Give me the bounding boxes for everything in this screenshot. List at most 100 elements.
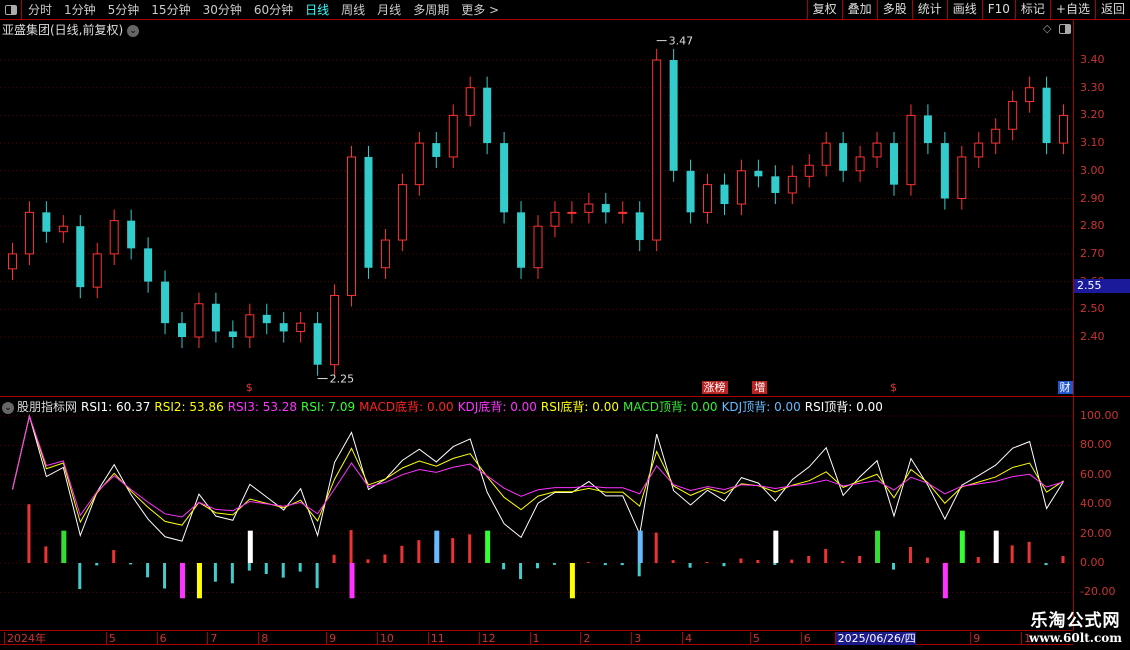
period-tab-0[interactable]: 分时 [22,1,58,18]
histogram-bar [1010,545,1014,563]
candle-body [618,211,628,214]
candle-body [652,59,662,241]
period-tab-3[interactable]: 15分钟 [145,1,196,18]
period-tab-2[interactable]: 5分钟 [102,1,146,18]
indicator-name[interactable]: 股朋指标网 [17,400,77,414]
candle-body [855,156,865,172]
period-tab-5[interactable]: 60分钟 [248,1,299,18]
price-axis-label: 2.80 [1080,219,1105,233]
histogram-bar [298,563,302,572]
candle-body [465,87,475,116]
toolbar-button-5[interactable]: F10 [981,0,1015,20]
layout-toggle-button[interactable] [0,0,22,20]
histogram-bar [773,563,777,565]
candle-body [483,87,492,144]
indicator-value: RSI顶背: 0.00 [804,400,883,414]
candle-body [940,143,949,199]
signal-bar [637,530,643,563]
candle-body [432,143,441,157]
histogram-bar [349,530,353,563]
candle-body [703,184,713,213]
histogram-bar [807,555,811,563]
period-tab-10[interactable]: 更多 > [455,1,505,18]
histogram-bar [1044,563,1048,566]
candle-body [262,314,271,324]
toolbar-button-7[interactable]: +自选 [1049,0,1095,20]
period-tab-6[interactable]: 日线 [299,1,335,18]
toolbar-button-0[interactable]: 复权 [806,0,842,20]
histogram-bar [620,563,624,566]
signal-bar [942,563,948,599]
chevron-down-icon[interactable]: ⌄ [2,401,14,414]
histogram-bar [536,563,539,569]
candle-body [500,143,509,213]
signal-bar [434,530,440,563]
toolbar-button-4[interactable]: 画线 [946,0,982,20]
candle-body [448,114,458,158]
candle-body [669,60,678,171]
candle-body [228,331,237,337]
toolbar-button-8[interactable]: 返回 [1094,0,1130,20]
candle-body [635,212,644,241]
indicator-axis-label: 100.00 [1080,409,1119,422]
period-tab-4[interactable]: 30分钟 [197,1,248,18]
candle-body [787,175,797,194]
event-marker[interactable]: $ [244,381,255,394]
period-tab-9[interactable]: 多周期 [407,1,455,18]
candle-body [872,142,882,158]
indicator-value: MACD顶背: 0.00 [623,400,718,414]
candle-body [397,184,407,241]
histogram-bar [112,550,116,563]
rsi-line-2 [11,414,1064,526]
signal-bar [773,530,779,563]
date-label: 4 [682,632,692,645]
histogram-bar [247,563,251,571]
toolbar-button-3[interactable]: 统计 [911,0,947,20]
candle-body [7,253,17,270]
date-label: 7 [207,632,217,645]
histogram-bar [1061,556,1065,563]
candle-body [686,170,695,213]
candle-body [109,220,119,255]
candle-body [736,170,746,205]
histogram-bar [892,563,895,570]
histogram-bar [468,534,472,563]
panel-divider[interactable] [0,396,1130,397]
period-tab-8[interactable]: 月线 [371,1,407,18]
date-label: 11 [427,632,445,645]
low-label: 2.25 [330,373,355,386]
histogram-bar [603,563,607,566]
candle-body [330,294,340,366]
event-marker[interactable]: 涨榜 [701,381,728,394]
period-tab-7[interactable]: 周线 [335,1,371,18]
signal-bar [875,530,881,563]
chart-canvas[interactable]: 3.47 2.25 [0,20,1073,630]
signal-bar [349,563,355,599]
toolbar-button-1[interactable]: 叠加 [841,0,877,20]
toolbar-button-2[interactable]: 多股 [876,0,912,20]
indicator-value: RSI2: 53.86 [154,400,224,414]
histogram-bar [451,538,455,563]
high-label: 3.47 [669,35,694,48]
histogram-bar [44,546,48,563]
price-axis-label: 3.00 [1080,163,1105,177]
event-marker[interactable]: 增 [752,381,768,394]
histogram-bar [756,559,760,563]
candle-body [533,225,543,269]
indicator-axis-label: 0.00 [1080,556,1105,569]
date-label: 2025/06/26/四 [834,632,916,645]
histogram-bar [841,561,845,563]
candle-body [279,323,288,332]
indicator-axis-label: -20.00 [1080,585,1116,599]
event-marker[interactable]: 财 [1057,381,1073,394]
candle-body [890,143,898,185]
date-axis: 2024年 5 6 7 8 9 10 11 12 1 2 3 4 5 6 2025/06/26/四 9 1 [0,630,1073,645]
histogram-bar [400,545,404,563]
indicator-axis-label: 40.00 [1080,497,1112,511]
histogram-bar [858,556,862,563]
period-tab-1[interactable]: 1分钟 [58,1,102,18]
date-label: 2 [580,632,590,645]
toolbar-button-6[interactable]: 标记 [1014,0,1050,20]
candle-body [584,203,594,213]
event-marker[interactable]: $ [888,381,899,394]
